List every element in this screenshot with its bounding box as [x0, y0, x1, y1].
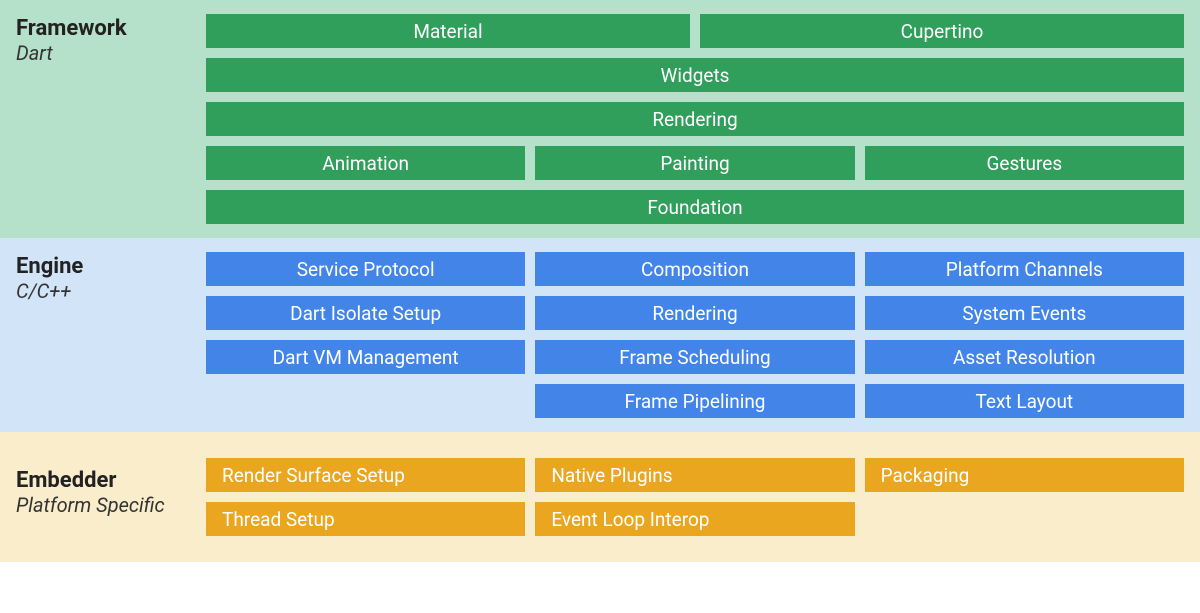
framework-title: Framework: [16, 16, 206, 41]
embedder-col-2: Native Plugins Event Loop Interop: [535, 458, 854, 536]
engine-row-4: Frame Pipelining Text Layout: [206, 384, 1184, 418]
block-service-protocol: Service Protocol: [206, 252, 525, 286]
block-thread-setup: Thread Setup: [206, 502, 525, 536]
embedder-label: Embedder Platform Specific: [16, 458, 206, 536]
engine-row-3: Dart VM Management Frame Scheduling Asse…: [206, 340, 1184, 374]
block-packaging: Packaging: [865, 458, 1184, 492]
embedder-subtitle: Platform Specific: [16, 493, 206, 517]
engine-label: Engine C/C++: [16, 252, 206, 418]
block-frame-pipelining: Frame Pipelining: [535, 384, 854, 418]
block-render-surface-setup: Render Surface Setup: [206, 458, 525, 492]
embedder-body: Render Surface Setup Thread Setup Native…: [206, 458, 1184, 536]
block-engine-rendering: Rendering: [535, 296, 854, 330]
framework-body: Material Cupertino Widgets Rendering Ani…: [206, 14, 1184, 224]
framework-subtitle: Dart: [16, 41, 206, 65]
block-system-events: System Events: [865, 296, 1184, 330]
block-empty: [206, 384, 525, 418]
framework-row-3: Rendering: [206, 102, 1184, 136]
block-painting: Painting: [535, 146, 854, 180]
block-text-layout: Text Layout: [865, 384, 1184, 418]
block-event-loop-interop: Event Loop Interop: [535, 502, 854, 536]
embedder-layer: Embedder Platform Specific Render Surfac…: [0, 432, 1200, 562]
block-composition: Composition: [535, 252, 854, 286]
block-animation: Animation: [206, 146, 525, 180]
engine-subtitle: C/C++: [16, 279, 206, 303]
framework-layer: Framework Dart Material Cupertino Widget…: [0, 0, 1200, 238]
block-gestures: Gestures: [865, 146, 1184, 180]
embedder-col-1: Render Surface Setup Thread Setup: [206, 458, 525, 536]
block-dart-isolate-setup: Dart Isolate Setup: [206, 296, 525, 330]
framework-row-4: Animation Painting Gestures: [206, 146, 1184, 180]
engine-title: Engine: [16, 254, 206, 279]
block-material: Material: [206, 14, 690, 48]
block-widgets: Widgets: [206, 58, 1184, 92]
engine-row-2: Dart Isolate Setup Rendering System Even…: [206, 296, 1184, 330]
block-asset-resolution: Asset Resolution: [865, 340, 1184, 374]
framework-row-5: Foundation: [206, 190, 1184, 224]
embedder-col-3: Packaging: [865, 458, 1184, 536]
framework-label: Framework Dart: [16, 14, 206, 224]
block-cupertino: Cupertino: [700, 14, 1184, 48]
engine-row-1: Service Protocol Composition Platform Ch…: [206, 252, 1184, 286]
block-native-plugins: Native Plugins: [535, 458, 854, 492]
block-frame-scheduling: Frame Scheduling: [535, 340, 854, 374]
embedder-title: Embedder: [16, 468, 206, 493]
block-rendering: Rendering: [206, 102, 1184, 136]
block-foundation: Foundation: [206, 190, 1184, 224]
block-platform-channels: Platform Channels: [865, 252, 1184, 286]
engine-body: Service Protocol Composition Platform Ch…: [206, 252, 1184, 418]
block-dart-vm-management: Dart VM Management: [206, 340, 525, 374]
engine-layer: Engine C/C++ Service Protocol Compositio…: [0, 238, 1200, 432]
framework-row-2: Widgets: [206, 58, 1184, 92]
framework-row-1: Material Cupertino: [206, 14, 1184, 48]
